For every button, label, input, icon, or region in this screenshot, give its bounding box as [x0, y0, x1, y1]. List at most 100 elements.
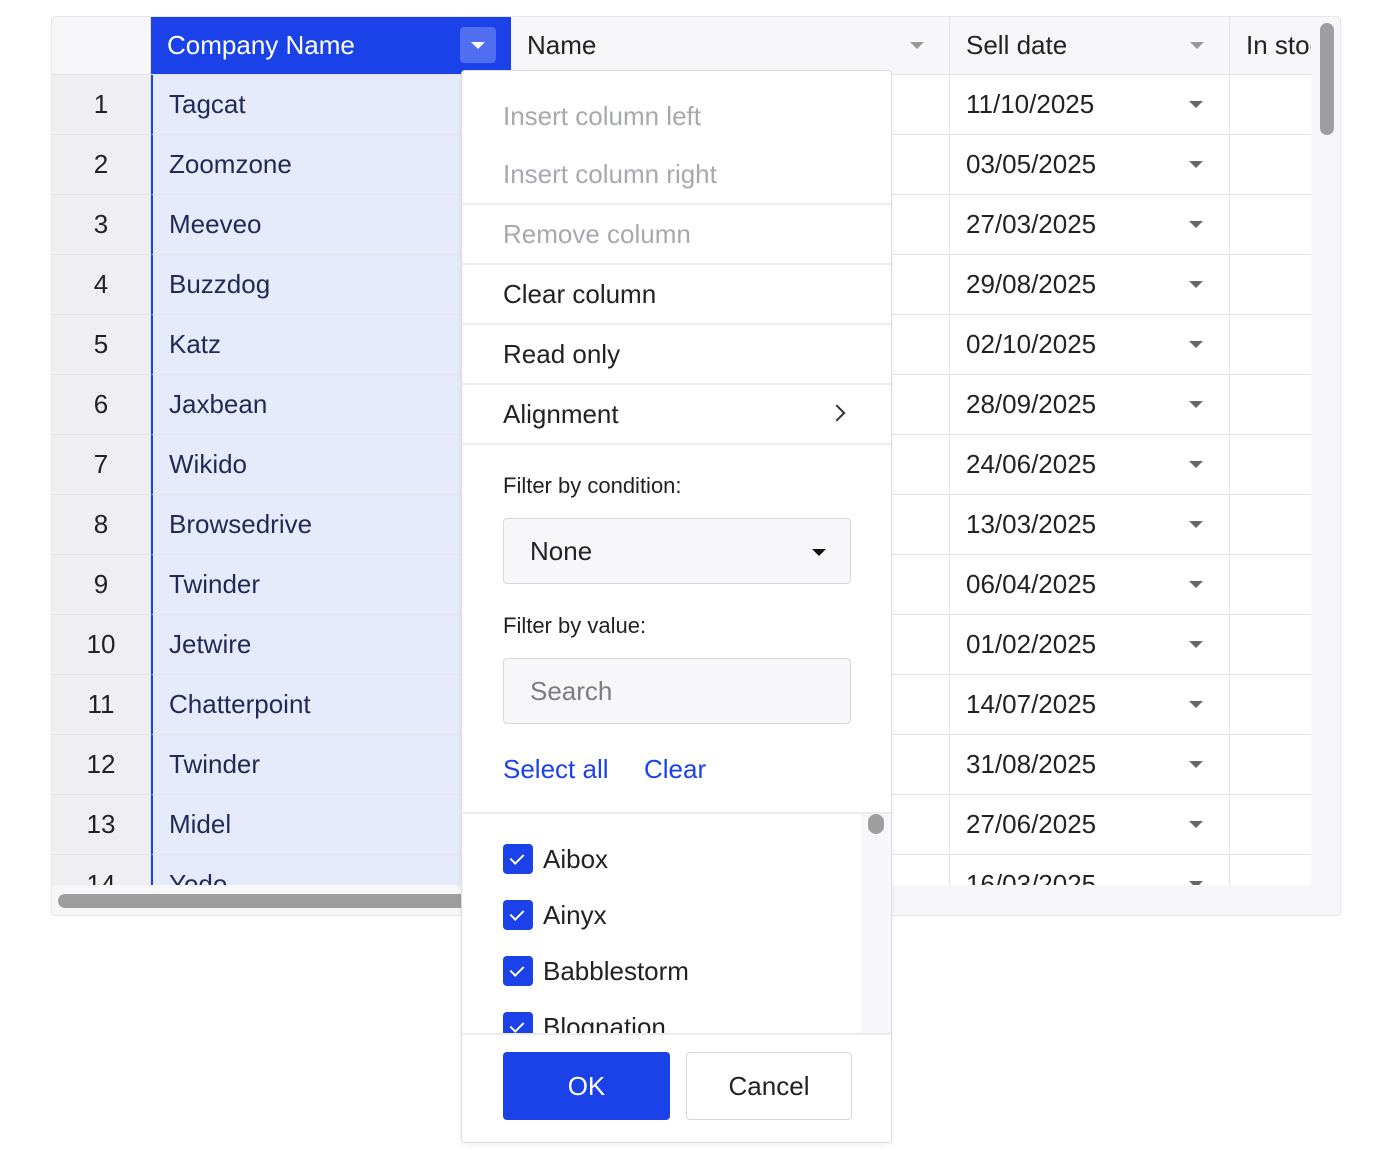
cell-company[interactable]: Yodo — [151, 855, 511, 885]
menu-item-insert-column-left[interactable]: Insert column left — [462, 87, 891, 145]
row-header[interactable]: 11 — [52, 675, 151, 735]
cell-sell-date[interactable]: 16/03/2025 — [950, 855, 1230, 885]
cell-company[interactable]: Katz — [151, 315, 511, 375]
list-item[interactable]: Aibox — [503, 839, 608, 879]
condition-select[interactable]: None — [503, 518, 851, 584]
cell-in-stock[interactable] — [1230, 375, 1311, 435]
list-scrollbar-track[interactable] — [861, 814, 891, 1033]
cell-sell-date[interactable]: 28/09/2025 — [950, 375, 1230, 435]
cell-in-stock[interactable] — [1230, 735, 1311, 795]
vertical-scrollbar-track[interactable] — [1311, 17, 1340, 885]
column-menu-button[interactable] — [460, 27, 496, 63]
cell-sell-date[interactable]: 29/08/2025 — [950, 255, 1230, 315]
row-header[interactable]: 14 — [52, 855, 151, 885]
cell-sell-date[interactable]: 31/08/2025 — [950, 735, 1230, 795]
cell-company[interactable]: Chatterpoint — [151, 675, 511, 735]
cell-in-stock[interactable] — [1230, 675, 1311, 735]
cell-sell-date[interactable]: 27/06/2025 — [950, 795, 1230, 855]
cell-sell-date[interactable]: 27/03/2025 — [950, 195, 1230, 255]
cell-company[interactable]: Tagcat — [151, 75, 511, 135]
row-header[interactable]: 1 — [52, 75, 151, 135]
filter-search-input[interactable] — [503, 658, 851, 724]
cell-company[interactable]: Meeveo — [151, 195, 511, 255]
vertical-scrollbar-thumb[interactable] — [1320, 23, 1334, 135]
select-all-link[interactable]: Select all — [503, 754, 609, 785]
chevron-down-icon[interactable] — [1189, 161, 1203, 168]
chevron-down-icon[interactable] — [1189, 581, 1203, 588]
checkbox-checked-icon[interactable] — [503, 900, 533, 930]
cell-in-stock[interactable] — [1230, 555, 1311, 615]
row-header[interactable]: 5 — [52, 315, 151, 375]
horizontal-scrollbar-thumb[interactable] — [58, 894, 488, 908]
cell-in-stock[interactable] — [1230, 75, 1311, 135]
chevron-down-icon[interactable] — [1189, 221, 1203, 228]
column-header-sell-date[interactable]: Sell date — [950, 17, 1230, 75]
row-header[interactable]: 3 — [52, 195, 151, 255]
chevron-down-icon[interactable] — [1189, 341, 1203, 348]
chevron-down-icon[interactable] — [1189, 641, 1203, 648]
cell-in-stock[interactable] — [1230, 195, 1311, 255]
chevron-down-icon[interactable] — [1189, 821, 1203, 828]
checkbox-checked-icon[interactable] — [503, 844, 533, 874]
column-header-in-stock[interactable]: In stock — [1230, 17, 1311, 75]
list-item[interactable]: Ainyx — [503, 895, 607, 935]
chevron-down-icon[interactable] — [1189, 281, 1203, 288]
list-item[interactable]: Babblestorm — [503, 951, 689, 991]
cell-sell-date[interactable]: 13/03/2025 — [950, 495, 1230, 555]
row-header[interactable]: 9 — [52, 555, 151, 615]
cell-sell-date[interactable]: 06/04/2025 — [950, 555, 1230, 615]
cell-company[interactable]: Jetwire — [151, 615, 511, 675]
cell-in-stock[interactable] — [1230, 495, 1311, 555]
cell-in-stock[interactable] — [1230, 255, 1311, 315]
cell-sell-date[interactable]: 24/06/2025 — [950, 435, 1230, 495]
menu-item-clear-column[interactable]: Clear column — [462, 265, 891, 323]
cell-company[interactable]: Twinder — [151, 555, 511, 615]
cell-company[interactable]: Twinder — [151, 735, 511, 795]
cell-sell-date[interactable]: 11/10/2025 — [950, 75, 1230, 135]
cell-in-stock[interactable] — [1230, 855, 1311, 885]
row-header[interactable]: 10 — [52, 615, 151, 675]
chevron-down-icon[interactable] — [1189, 401, 1203, 408]
row-header[interactable]: 8 — [52, 495, 151, 555]
cell-in-stock[interactable] — [1230, 135, 1311, 195]
menu-item-insert-column-right[interactable]: Insert column right — [462, 145, 891, 203]
cell-company[interactable]: Midel — [151, 795, 511, 855]
row-header[interactable]: 4 — [52, 255, 151, 315]
column-menu-button[interactable] — [899, 27, 935, 63]
menu-item-remove-column[interactable]: Remove column — [462, 205, 891, 263]
chevron-down-icon[interactable] — [1189, 701, 1203, 708]
row-header[interactable]: 7 — [52, 435, 151, 495]
cell-company[interactable]: Wikido — [151, 435, 511, 495]
cell-in-stock[interactable] — [1230, 435, 1311, 495]
column-header-name[interactable]: Name — [511, 17, 950, 75]
clear-link[interactable]: Clear — [644, 754, 706, 785]
cell-sell-date[interactable]: 14/07/2025 — [950, 675, 1230, 735]
cell-in-stock[interactable] — [1230, 315, 1311, 375]
cell-in-stock[interactable] — [1230, 615, 1311, 675]
list-scrollbar-thumb[interactable] — [868, 814, 884, 834]
cell-sell-date[interactable]: 01/02/2025 — [950, 615, 1230, 675]
column-header-company-name[interactable]: Company Name — [151, 17, 511, 75]
chevron-down-icon[interactable] — [1189, 761, 1203, 768]
cell-sell-date[interactable]: 02/10/2025 — [950, 315, 1230, 375]
chevron-down-icon[interactable] — [1189, 521, 1203, 528]
cell-in-stock[interactable] — [1230, 795, 1311, 855]
column-menu-button[interactable] — [1179, 27, 1215, 63]
chevron-down-icon[interactable] — [1189, 101, 1203, 108]
list-item[interactable]: Blognation — [503, 1007, 666, 1033]
corner-header[interactable] — [52, 17, 151, 75]
menu-item-alignment[interactable]: Alignment — [462, 385, 891, 443]
row-header[interactable]: 12 — [52, 735, 151, 795]
checkbox-checked-icon[interactable] — [503, 1012, 533, 1033]
cell-company[interactable]: Browsedrive — [151, 495, 511, 555]
chevron-down-icon[interactable] — [1189, 461, 1203, 468]
cell-sell-date[interactable]: 03/05/2025 — [950, 135, 1230, 195]
cell-company[interactable]: Jaxbean — [151, 375, 511, 435]
cell-company[interactable]: Buzzdog — [151, 255, 511, 315]
row-header[interactable]: 2 — [52, 135, 151, 195]
menu-item-read-only[interactable]: Read only — [462, 325, 891, 383]
ok-button[interactable]: OK — [503, 1052, 670, 1120]
row-header[interactable]: 6 — [52, 375, 151, 435]
cell-company[interactable]: Zoomzone — [151, 135, 511, 195]
row-header[interactable]: 13 — [52, 795, 151, 855]
